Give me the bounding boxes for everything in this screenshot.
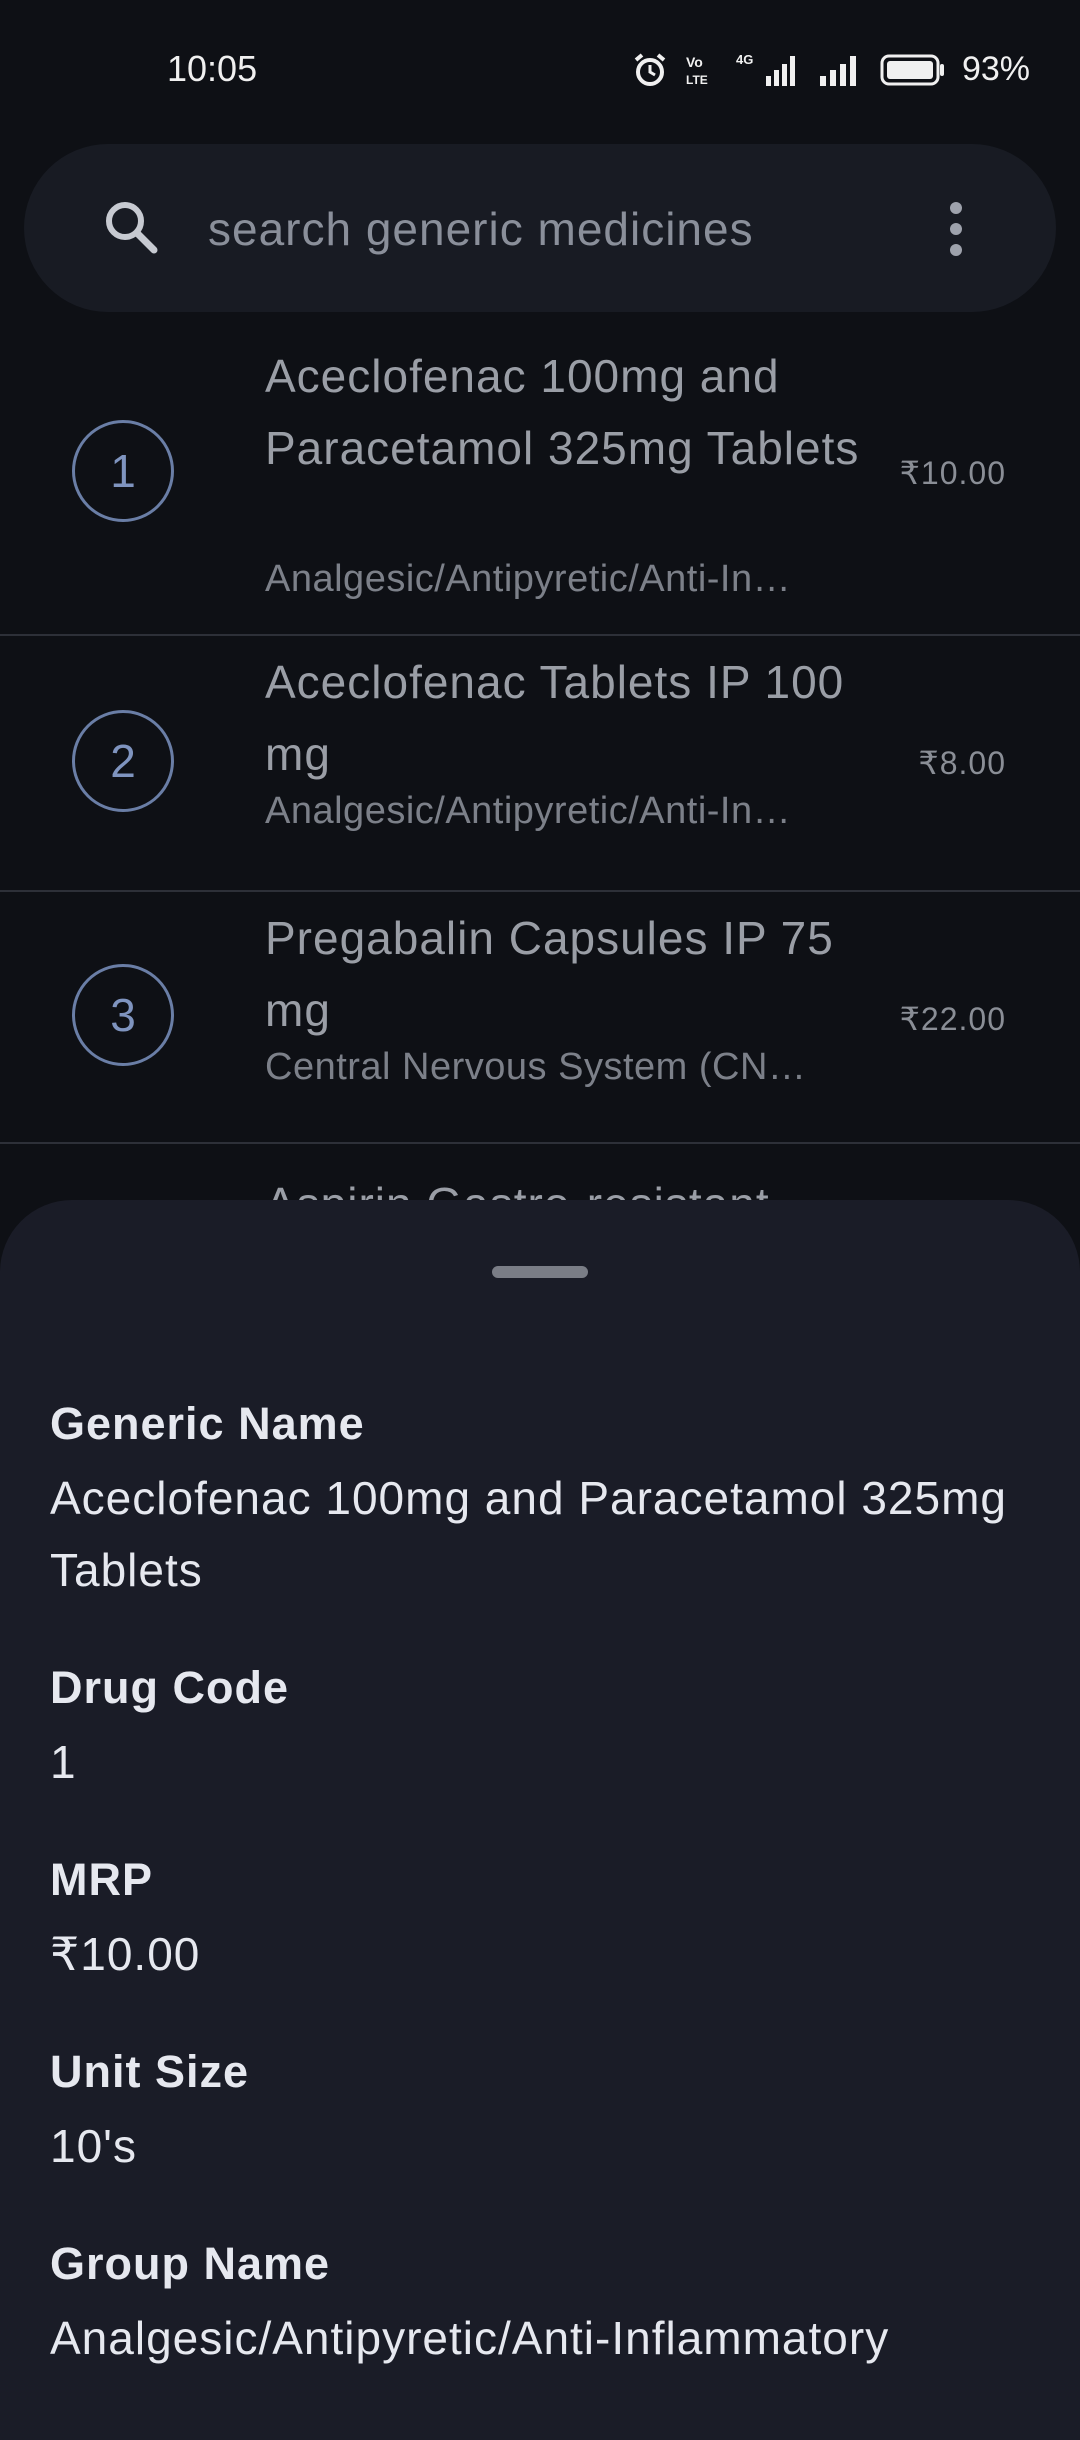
battery-percent: 93% (961, 50, 1030, 88)
drug-index-badge: 3 (72, 964, 174, 1066)
unit-size-value: 10's (50, 2120, 137, 2172)
drug-name: Pregabalin Capsules IP 75 mg (265, 912, 834, 1036)
search-icon (106, 202, 158, 254)
battery-icon (880, 54, 944, 85)
drug-price: ₹22.00 (899, 1001, 1006, 1037)
drug-index-badge: 1 (72, 420, 174, 522)
generic-name-value: Aceclofenac 100mg and Paracetamol 325mg … (50, 1472, 1008, 1596)
list-item[interactable]: 1 Aceclofenac 100mg and Paracetamol 325m… (0, 330, 1080, 636)
drug-code-value: 1 (50, 1736, 77, 1788)
search-input[interactable] (206, 200, 850, 258)
drug-index-badge: 2 (72, 710, 174, 812)
signal-icon: 4G (736, 52, 795, 86)
drag-handle[interactable] (492, 1266, 588, 1278)
drug-price: ₹8.00 (918, 745, 1006, 781)
drug-name: Aceclofenac Tablets IP 100 mg (265, 656, 845, 780)
drug-group: Analgesic/Antipyretic/Anti-In… (265, 790, 792, 832)
unit-size-label: Unit Size (50, 2046, 250, 2097)
status-icons: Vo LTE 4G 93% (632, 50, 1030, 89)
volte-icon: Vo LTE (686, 54, 708, 87)
status-time: 10:05 (167, 48, 258, 89)
group-name-value: Analgesic/Antipyretic/Anti-Inflammatory (50, 2312, 890, 2364)
more-vert-icon[interactable] (946, 202, 966, 256)
mrp-value: ₹10.00 (50, 1928, 201, 1980)
alarm-icon (634, 52, 666, 86)
list-item[interactable]: 2 Aceclofenac Tablets IP 100 mg Analgesi… (0, 636, 1080, 892)
status-bar: 10:05 Vo LTE 4G 93% (0, 0, 1080, 140)
svg-text:Vo: Vo (686, 54, 703, 70)
generic-name-label: Generic Name (50, 1398, 365, 1449)
mrp-label: MRP (50, 1854, 153, 1905)
search-bar[interactable] (24, 144, 1056, 312)
network-type: 4G (736, 52, 753, 67)
signal-icon (819, 55, 856, 86)
svg-text:LTE: LTE (686, 73, 708, 87)
list-item[interactable]: 3 Pregabalin Capsules IP 75 mg Central N… (0, 892, 1080, 1144)
drug-price: ₹10.00 (899, 455, 1006, 491)
drug-group: Analgesic/Antipyretic/Anti-In… (265, 558, 792, 600)
drug-code-label: Drug Code (50, 1662, 289, 1713)
drug-group: Central Nervous System (CN… (265, 1046, 807, 1088)
detail-bottom-sheet: Generic Name Aceclofenac 100mg and Parac… (0, 1200, 1080, 2440)
drug-name: Aceclofenac 100mg and Paracetamol 325mg … (265, 350, 860, 474)
group-name-label: Group Name (50, 2238, 331, 2289)
